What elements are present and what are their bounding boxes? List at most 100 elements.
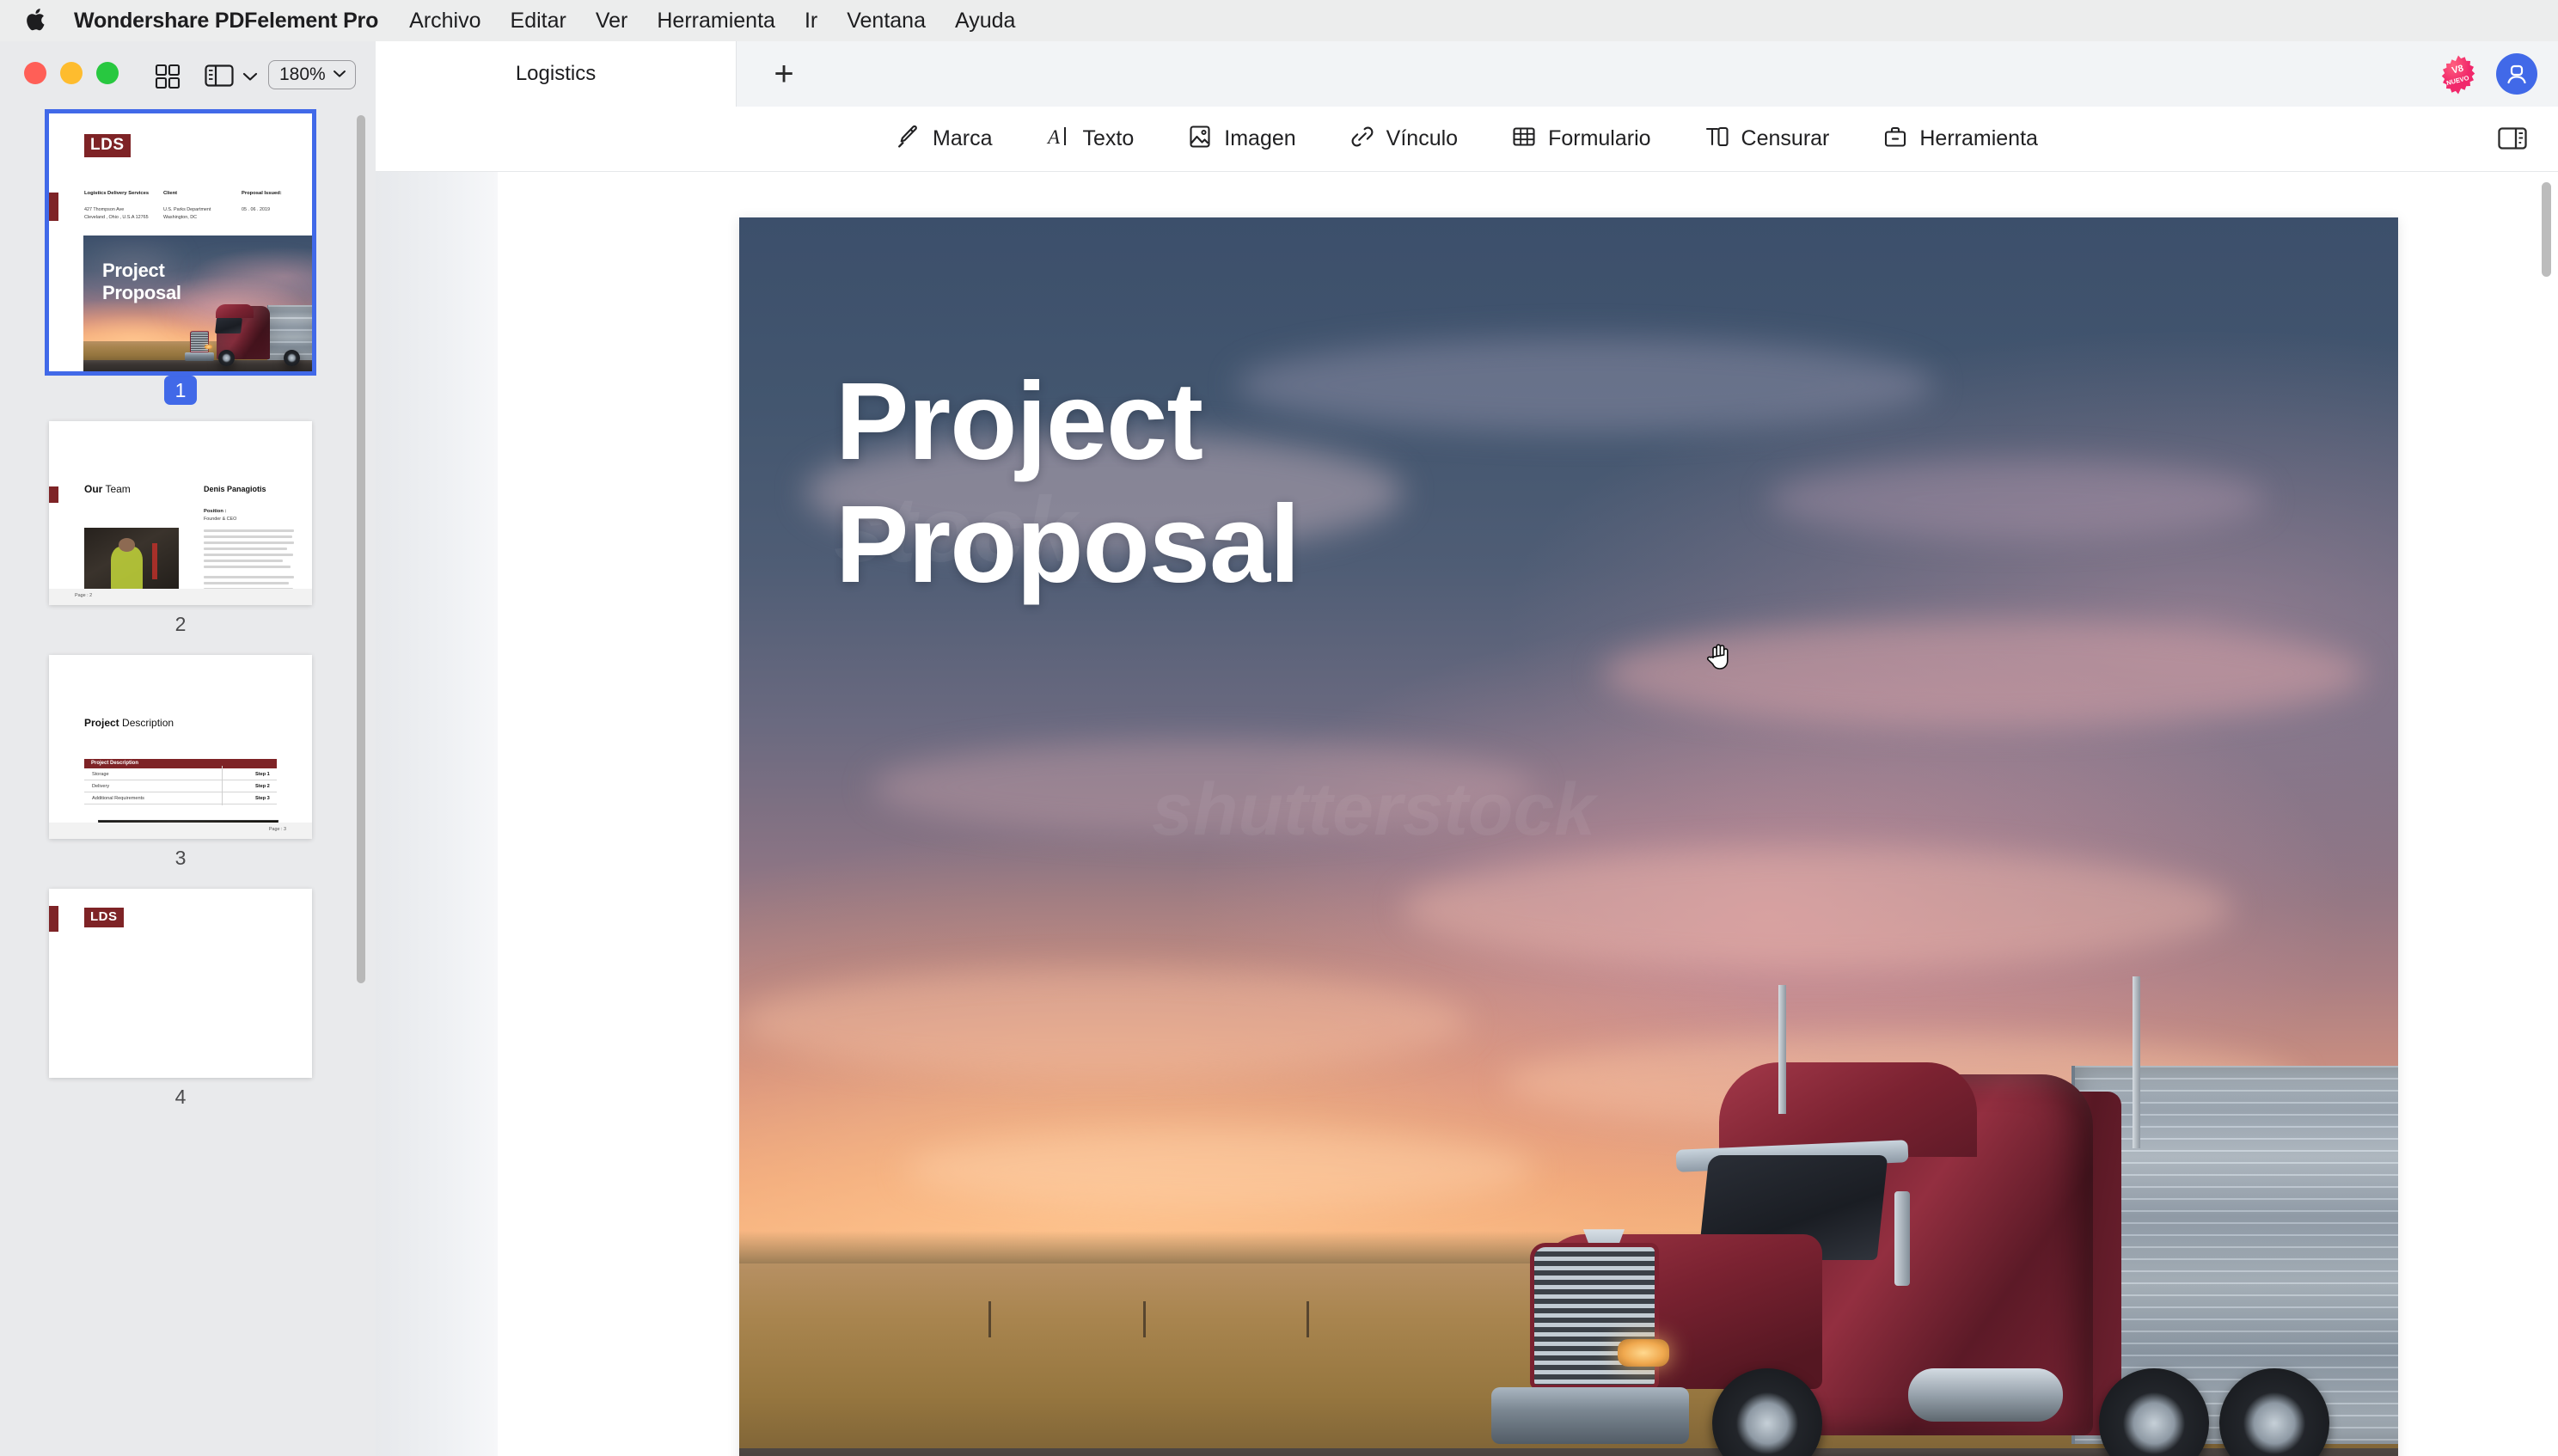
fence-post-1 [988, 1300, 991, 1337]
tab-logistics[interactable]: Logistics [376, 41, 737, 107]
thumbnail-item-2[interactable]: Our Team Denis Panagiotis Position : Fou… [0, 421, 361, 655]
page-hero-image: stock shutterstock Project Proposal [739, 217, 2398, 1456]
toolbar-button-texto[interactable]: A Texto [1046, 124, 1135, 154]
new-tab-button[interactable]: + [737, 41, 831, 107]
window-controls [24, 62, 119, 84]
marker-pen-icon [896, 124, 921, 154]
apple-logo-icon[interactable] [26, 7, 48, 33]
thumb3-row-3-name: Additional Requirements [92, 796, 144, 801]
image-icon [1187, 124, 1213, 154]
watermark-2: shutterstock [1152, 768, 1596, 851]
close-button[interactable] [24, 62, 46, 84]
tab-strip-spacer [831, 41, 2438, 107]
truck-front-bumper [1491, 1387, 1689, 1445]
thumb3-row-2-name: Delivery [92, 784, 110, 789]
link-chain-icon [1349, 124, 1375, 154]
truck-side-mirror [1894, 1191, 1910, 1287]
open-hand-cursor [1706, 641, 1735, 672]
thumb3-footer: Page : 3 [49, 823, 312, 839]
viewer-scrollbar-thumb[interactable] [2542, 182, 2551, 277]
truck-grille [1530, 1243, 1659, 1390]
thumb2-person-name: Denis Panagiotis [204, 485, 266, 493]
sidebar-chevron-down-icon[interactable] [242, 70, 258, 86]
tab-strip-actions: V8 NUEVO [2438, 41, 2558, 107]
menu-item-ver[interactable]: Ver [596, 9, 628, 34]
toolbar-button-formulario[interactable]: Formulario [1511, 124, 1651, 154]
redact-icon [1704, 124, 1730, 154]
maximize-button[interactable] [96, 62, 119, 84]
minimize-button[interactable] [60, 62, 83, 84]
zoom-chevron-down-icon [333, 67, 346, 83]
tab-strip: Logistics + V8 NUEVO [376, 41, 2558, 107]
thumb1-column-2: Client U.S. Parks Department Washington,… [163, 189, 237, 223]
menu-item-editar[interactable]: Editar [511, 9, 566, 34]
thumbnail-number-1: 1 [0, 371, 361, 421]
thumbnail-number-3: 3 [174, 847, 187, 869]
user-avatar-icon [2507, 64, 2526, 84]
svg-text:A: A [1046, 126, 1061, 148]
toolbar-label-censurar: Censurar [1741, 126, 1830, 150]
page-thumbnail-sidebar[interactable]: LDS Logistics Delivery Services 427 Thom… [0, 107, 376, 1456]
thumb1-column-1: Logistics Delivery Services 427 Thompson… [84, 189, 158, 223]
toolbar-button-censurar[interactable]: Censurar [1704, 124, 1830, 154]
toolbar-label-texto: Texto [1082, 126, 1135, 150]
thumb2-red-accent [49, 486, 58, 503]
toolbar-button-herramienta[interactable]: Herramienta [1882, 124, 2038, 154]
hero-title-line-2: Proposal [835, 483, 1300, 607]
thumb1-col2-line1: U.S. Parks Department [163, 206, 211, 212]
document-viewer[interactable]: stock shutterstock Project Proposal [376, 172, 2558, 1456]
macos-menu-bar: Wondershare PDFelement Pro Archivo Edita… [0, 0, 2558, 41]
thumbnail-item-4[interactable]: LDS 4 [0, 889, 361, 1128]
thumbnail-item-3[interactable]: Project Description Project Description … [0, 655, 361, 889]
toolbar-label-formulario: Formulario [1548, 126, 1651, 150]
document-page-1[interactable]: stock shutterstock Project Proposal [739, 217, 2398, 1456]
page-hero-title: Project Proposal [835, 360, 1300, 607]
toolbar-button-imagen[interactable]: Imagen [1187, 124, 1296, 154]
thumb1-column-3: Proposal Issued: 05 . 06 . 2019 [242, 189, 307, 214]
toolbar-label-imagen: Imagen [1224, 126, 1296, 150]
toolbar-label-vinculo: Vínculo [1386, 126, 1459, 150]
toolbox-icon [1882, 124, 1908, 154]
fence-post-2 [1143, 1300, 1146, 1337]
thumbnail-item-1[interactable]: LDS Logistics Delivery Services 427 Thom… [0, 107, 361, 421]
zoom-level-selector[interactable]: 180% [268, 60, 356, 89]
toolbar-button-marca[interactable]: Marca [896, 124, 993, 154]
tab-label: Logistics [515, 62, 597, 85]
menu-item-archivo[interactable]: Archivo [409, 9, 480, 34]
thumb1-col3-line1: 05 . 06 . 2019 [242, 206, 270, 212]
thumb4-logo: LDS [84, 908, 124, 927]
sidebar-toggle-icon[interactable] [205, 64, 234, 88]
truck-fuel-tank [1908, 1368, 2063, 1422]
thumb3-row-1-step: Step 1 [255, 772, 270, 777]
account-avatar[interactable] [2496, 53, 2537, 95]
menu-app-name[interactable]: Wondershare PDFelement Pro [74, 9, 378, 34]
thumbnail-page-3[interactable]: Project Description Project Description … [49, 655, 312, 839]
toolbar-button-vinculo[interactable]: Vínculo [1349, 124, 1458, 154]
sidebar-scrollbar-thumb[interactable] [357, 115, 365, 983]
thumbnail-page-4[interactable]: LDS [49, 889, 312, 1078]
thumb2-position: Position : Founder & CEO [204, 509, 237, 523]
thumb2-footer: Page : 2 [49, 589, 312, 605]
thumb1-col1-line2: Cleveland , Ohio , U.S.A 12765 [84, 215, 149, 221]
thumbnail-page-1[interactable]: LDS Logistics Delivery Services 427 Thom… [45, 109, 316, 376]
truck-exhaust-stack-2 [1778, 985, 1786, 1115]
right-panel-toggle-icon[interactable] [2498, 125, 2527, 151]
truck-exhaust-stack-1 [2133, 976, 2140, 1149]
thumb1-logo: LDS [84, 134, 131, 157]
menu-item-herramienta[interactable]: Herramienta [657, 9, 775, 34]
menu-item-ir[interactable]: Ir [805, 9, 817, 34]
thumbnail-number-4: 4 [174, 1086, 187, 1108]
menu-item-ventana[interactable]: Ventana [847, 9, 926, 34]
thumb4-red-accent [49, 906, 58, 932]
editing-toolbar: Marca A Texto Imagen Vínculo Formulario … [376, 107, 2558, 172]
zoom-level-value: 180% [279, 64, 326, 84]
viewer-scrollbar-track[interactable] [2539, 172, 2553, 1456]
grid-view-icon[interactable] [155, 64, 181, 89]
form-grid-icon [1511, 124, 1537, 154]
thumb3-title: Project Description [84, 717, 174, 729]
thumbnail-page-2[interactable]: Our Team Denis Panagiotis Position : Fou… [49, 421, 312, 605]
sidebar-scrollbar-track[interactable] [355, 107, 367, 1456]
thumb1-col2-line2: Washington, DC [163, 215, 198, 221]
v8-nuevo-badge[interactable]: V8 NUEVO [2438, 54, 2479, 95]
menu-item-ayuda[interactable]: Ayuda [955, 9, 1015, 34]
